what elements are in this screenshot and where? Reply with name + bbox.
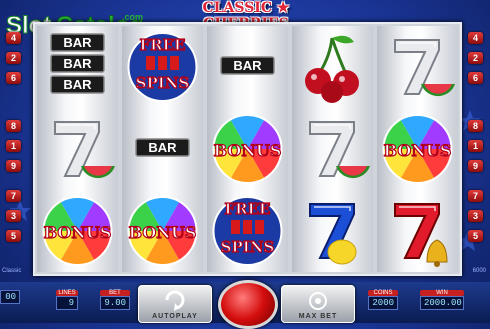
symbol-bonus: BONUS [207,108,288,190]
coins-value: 2000 [368,296,398,310]
max-bet-label: MAX BET [298,313,338,320]
symbol-seven-watermelon [377,26,458,108]
symbol-triple-bar: BAR BAR BAR [37,26,118,108]
left-counter-value: 00 [0,290,20,304]
svg-text:FREE: FREE [140,36,186,54]
payline-badge[interactable]: 4 [468,32,483,44]
payline-indicators-right: 4 2 6 8 1 9 7 3 5 [468,30,484,250]
payline-badge[interactable]: 5 [6,230,21,242]
payline-badge[interactable]: 5 [468,230,483,242]
win-display: WIN 2000.00 [420,290,464,310]
payline-badge[interactable]: 1 [468,140,483,152]
left-counter: 00 [0,290,20,304]
svg-text:BONUS: BONUS [44,223,112,242]
svg-text:BONUS: BONUS [384,141,452,160]
win-value: 2000.00 [420,296,464,310]
symbol-seven-watermelon [292,108,373,190]
payline-badge[interactable]: 4 [6,32,21,44]
bar-text: BAR [63,35,92,50]
reel-4 [292,26,373,272]
symbol-bar: BAR [122,108,203,190]
symbol-free-spins: FREE SPINS [207,190,288,272]
payline-badge[interactable]: 1 [6,140,21,152]
payline-badge[interactable]: 6 [468,72,483,84]
game-title: CLASSIC ★ CHERRIES [202,0,290,32]
symbol-bonus: BONUS [122,190,203,272]
symbol-bonus: BONUS [37,190,118,272]
symbol-bar: BAR [207,26,288,108]
svg-text:BONUS: BONUS [129,223,197,242]
lines-value: 9 [56,296,78,310]
symbol-red-seven-bell [377,190,458,272]
payline-badge[interactable]: 8 [468,120,483,132]
autoplay-label: AUTOPLAY [152,313,198,320]
bet-value: 9.00 [100,296,130,310]
lines-label: LINES [56,290,78,296]
bar-text: BAR [148,140,177,155]
side-caption-right: 6000 [472,268,486,274]
side-caption-left: Classic [2,268,22,274]
reels-area: BAR BAR BAR BONUS FREE SPINS BAR BONUS B… [33,22,462,276]
spin-button[interactable] [218,280,278,329]
svg-text:SPINS: SPINS [221,238,275,256]
reel-1: BAR BAR BAR BONUS [37,26,118,272]
payline-badge[interactable]: 9 [6,160,21,172]
reel-3: BAR BONUS FREE SPINS [207,26,288,272]
payline-badge[interactable]: 6 [6,72,21,84]
svg-text:SPINS: SPINS [136,74,190,92]
bar-text: BAR [63,77,92,92]
symbol-bonus: BONUS [377,108,458,190]
payline-badge[interactable]: 7 [468,190,483,202]
payline-badge[interactable]: 2 [6,52,21,64]
coins-display: COINS 2000 [368,290,398,310]
reel-2: FREE SPINS BAR BONUS [122,26,203,272]
max-bet-button[interactable]: MAX BET [281,285,355,323]
symbol-free-spins: FREE SPINS [122,26,203,108]
svg-text:BONUS: BONUS [214,141,282,160]
payline-badge[interactable]: 8 [6,120,21,132]
symbol-seven-watermelon [37,108,118,190]
svg-text:FREE: FREE [225,200,271,218]
reel-5: BONUS [377,26,458,272]
autoplay-button[interactable]: AUTOPLAY [138,285,212,323]
lines-display: LINES 9 [56,290,78,310]
payline-badge[interactable]: 3 [6,210,21,222]
payline-badge[interactable]: 2 [468,52,483,64]
max-bet-icon [309,292,327,310]
payline-indicators-left: 4 2 6 8 1 9 7 3 5 [6,30,22,250]
logo-text-tld: .com [122,12,143,22]
payline-badge[interactable]: 3 [468,210,483,222]
symbol-blue-seven-lemon [292,190,373,272]
symbol-cherries [292,26,373,108]
bet-display: BET 9.00 [100,290,130,310]
payline-badge[interactable]: 7 [6,190,21,202]
bar-text: BAR [63,56,92,71]
autoplay-icon [165,290,185,311]
payline-badge[interactable]: 9 [468,160,483,172]
bar-text: BAR [233,58,262,73]
